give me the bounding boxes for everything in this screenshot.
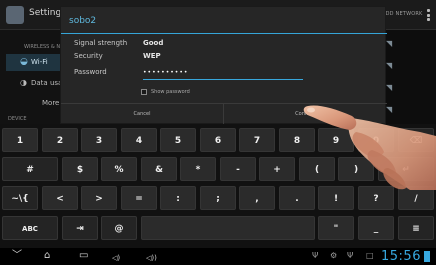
sidebar-item-wifi-label[interactable]: Wi-Fi bbox=[31, 58, 48, 66]
connect-button[interactable]: Connect bbox=[224, 104, 387, 125]
password-input[interactable]: •••••••••• bbox=[143, 67, 303, 80]
usb-connected-icon: Ψ bbox=[347, 251, 354, 260]
settings-icon[interactable] bbox=[6, 6, 24, 24]
key-period[interactable]: . bbox=[279, 186, 315, 210]
recent-apps-icon[interactable]: ▭ bbox=[79, 250, 88, 262]
key-3[interactable]: 3 bbox=[81, 128, 117, 152]
key-open-paren[interactable]: ( bbox=[299, 157, 335, 181]
security-label: Security bbox=[74, 52, 103, 60]
key-slash[interactable]: / bbox=[398, 186, 434, 210]
key-dollar[interactable]: $ bbox=[62, 157, 98, 181]
key-8[interactable]: 8 bbox=[279, 128, 315, 152]
keyboard-settings-key[interactable]: ≡ bbox=[398, 216, 434, 240]
key-minus[interactable]: - bbox=[220, 157, 256, 181]
key-ampersand[interactable]: & bbox=[141, 157, 177, 181]
key-6[interactable]: 6 bbox=[200, 128, 236, 152]
key-less-than[interactable]: < bbox=[42, 186, 78, 210]
key-9[interactable]: 9 bbox=[318, 128, 354, 152]
wifi-connect-dialog: sobo2 Signal strength Good Security WEP … bbox=[60, 6, 387, 125]
tablet-screen: { "settings": { "title": "Settings", "ad… bbox=[0, 0, 436, 265]
key-7[interactable]: 7 bbox=[239, 128, 275, 152]
overflow-menu-icon[interactable] bbox=[427, 9, 430, 21]
key-exclamation[interactable]: ! bbox=[318, 186, 354, 210]
key-colon[interactable]: : bbox=[160, 186, 196, 210]
android-debug-icon: ⚙ bbox=[330, 251, 338, 260]
key-semicolon[interactable]: ; bbox=[200, 186, 236, 210]
on-screen-keyboard: 1 2 3 4 5 6 7 8 9 0 ⌫ # $ % & * - + ( ) … bbox=[0, 124, 436, 248]
clock: 15:56 bbox=[381, 249, 421, 264]
key-equals[interactable]: = bbox=[121, 186, 157, 210]
key-plus[interactable]: + bbox=[259, 157, 295, 181]
wifi-signal-icon: ◥ bbox=[386, 39, 393, 48]
system-nav-bar: ﹀ ⌂ ▭ ◁) ◁)) Ψ ⚙ Ψ □ 15:56 bbox=[0, 248, 436, 265]
back-icon[interactable]: ﹀ bbox=[12, 250, 22, 262]
wifi-icon: ◒ bbox=[20, 57, 28, 67]
volume-down-icon[interactable]: ◁) bbox=[112, 252, 120, 264]
notification-icon: □ bbox=[366, 251, 374, 260]
volume-up-icon[interactable]: ◁)) bbox=[146, 252, 157, 264]
cancel-button[interactable]: Cancel bbox=[61, 104, 224, 125]
show-password-checkbox[interactable] bbox=[141, 89, 147, 95]
security-value: WEP bbox=[143, 52, 161, 60]
key-1[interactable]: 1 bbox=[2, 128, 38, 152]
space-key[interactable] bbox=[141, 216, 315, 240]
key-asterisk[interactable]: * bbox=[180, 157, 216, 181]
dialog-button-bar: Cancel Connect bbox=[61, 103, 387, 125]
wifi-signal-icon: ◥ bbox=[386, 83, 393, 92]
wifi-signal-icon: ◥ bbox=[386, 61, 393, 70]
tab-key[interactable]: ⇥ bbox=[62, 216, 98, 240]
key-5[interactable]: 5 bbox=[160, 128, 196, 152]
dialog-divider bbox=[61, 33, 387, 34]
enter-key[interactable]: ↵ bbox=[378, 157, 434, 181]
data-usage-icon: ◑ bbox=[20, 78, 27, 87]
key-more-symbols[interactable]: ~\{ bbox=[2, 186, 38, 210]
key-0[interactable]: 0 bbox=[358, 128, 394, 152]
add-network-button[interactable]: ADD NETWORK bbox=[382, 11, 423, 17]
key-percent[interactable]: % bbox=[101, 157, 137, 181]
signal-strength-value: Good bbox=[143, 39, 164, 47]
key-greater-than[interactable]: > bbox=[81, 186, 117, 210]
key-question[interactable]: ? bbox=[358, 186, 394, 210]
home-icon[interactable]: ⌂ bbox=[44, 250, 50, 262]
backspace-key[interactable]: ⌫ bbox=[398, 128, 434, 152]
password-label: Password bbox=[74, 68, 107, 76]
key-close-paren[interactable]: ) bbox=[338, 157, 374, 181]
wifi-signal-icon: ◥ bbox=[386, 105, 393, 114]
signal-strength-label: Signal strength bbox=[74, 39, 128, 47]
key-2[interactable]: 2 bbox=[42, 128, 78, 152]
abc-key[interactable]: ABC bbox=[2, 216, 58, 240]
device-header: DEVICE bbox=[8, 116, 27, 122]
dialog-title: sobo2 bbox=[69, 16, 97, 26]
usb-icon: Ψ bbox=[312, 251, 319, 260]
key-comma[interactable]: , bbox=[239, 186, 275, 210]
key-hash[interactable]: # bbox=[2, 157, 58, 181]
key-at[interactable]: @ bbox=[101, 216, 137, 240]
key-4[interactable]: 4 bbox=[121, 128, 157, 152]
key-quote[interactable]: " bbox=[318, 216, 354, 240]
battery-icon bbox=[424, 251, 430, 262]
key-underscore[interactable]: _ bbox=[358, 216, 394, 240]
show-password-label[interactable]: Show password bbox=[151, 89, 190, 95]
